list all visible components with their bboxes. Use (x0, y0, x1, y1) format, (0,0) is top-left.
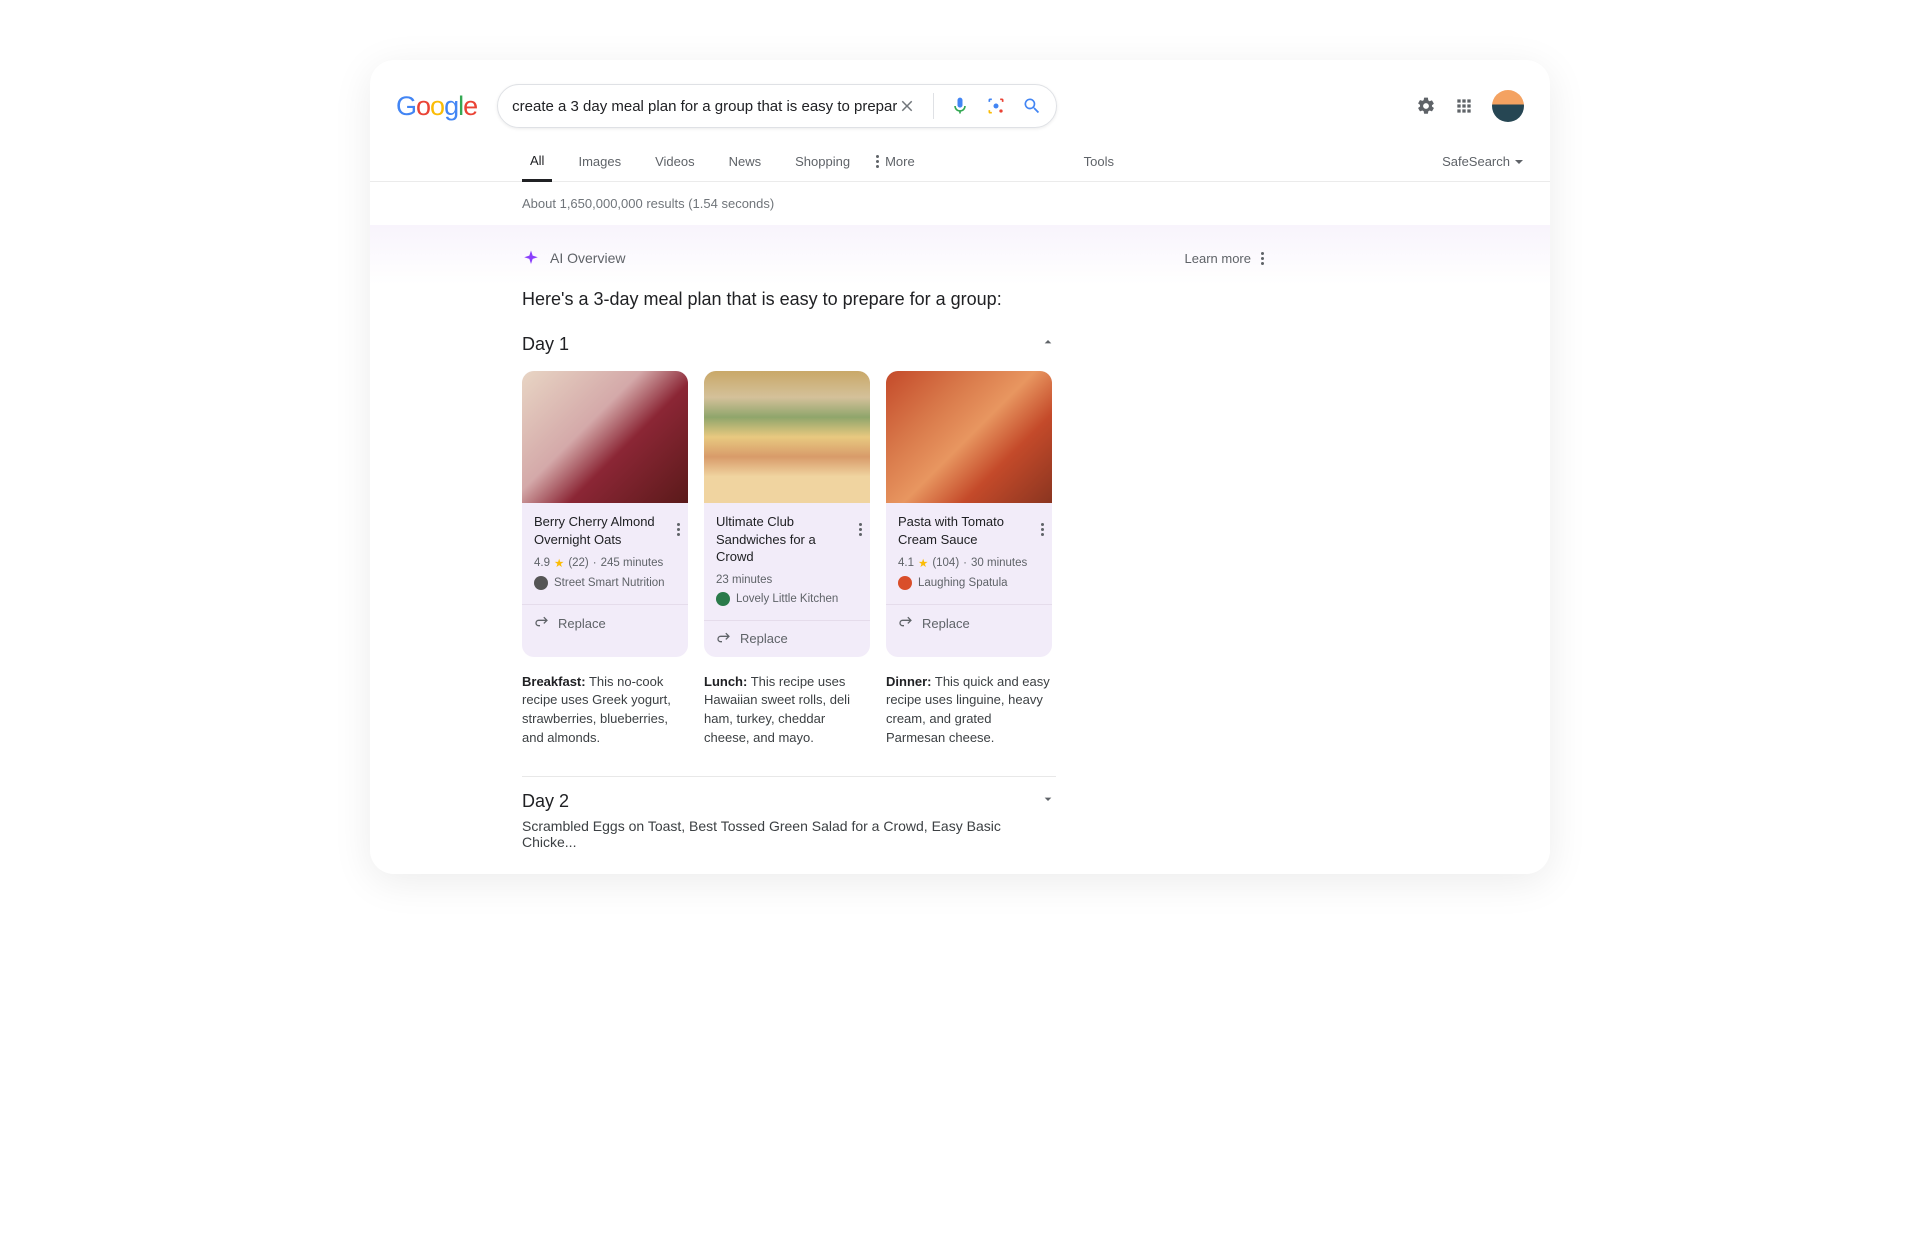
tab-more[interactable]: More (876, 154, 915, 169)
recipe-title: Pasta with Tomato Cream Sauce (898, 513, 1040, 548)
recipe-image (522, 371, 688, 503)
replace-icon (534, 615, 550, 631)
replace-button[interactable]: Replace (704, 620, 870, 657)
tab-videos[interactable]: Videos (647, 142, 703, 182)
replace-icon (716, 631, 732, 647)
recipe-source: Laughing Spatula (898, 576, 1040, 590)
clear-icon[interactable] (897, 96, 917, 116)
meal-description: Breakfast: This no-cook recipe uses Gree… (522, 673, 688, 748)
search-input[interactable] (512, 98, 897, 115)
search-icon[interactable] (1022, 96, 1042, 116)
recipe-source: Lovely Little Kitchen (716, 592, 858, 606)
ai-summary-text: Here's a 3-day meal plan that is easy to… (522, 289, 1524, 310)
ai-overview-title: AI Overview (550, 250, 625, 266)
tabs-row: All Images Videos News Shopping More Too… (370, 142, 1550, 182)
day2-section: Day 2 Scrambled Eggs on Toast, Best Toss… (522, 776, 1056, 874)
lens-icon[interactable] (986, 96, 1006, 116)
tab-news[interactable]: News (721, 142, 770, 182)
day2-subtitle: Scrambled Eggs on Toast, Best Tossed Gre… (522, 818, 1056, 874)
recipe-source: Street Smart Nutrition (534, 576, 676, 590)
settings-icon[interactable] (1416, 96, 1436, 116)
learn-more-link[interactable]: Learn more (1185, 251, 1264, 266)
favicon-icon (898, 576, 912, 590)
card-menu-icon[interactable] (1041, 513, 1044, 536)
chevron-down-icon[interactable] (1040, 791, 1056, 812)
recipe-title: Berry Cherry Almond Overnight Oats (534, 513, 676, 548)
replace-button[interactable]: Replace (522, 604, 688, 641)
day1-cards: Berry Cherry Almond Overnight Oats 4.9★(… (522, 371, 1524, 657)
meal-descriptions: Breakfast: This no-cook recipe uses Gree… (522, 673, 1524, 748)
replace-icon (898, 615, 914, 631)
chevron-up-icon[interactable] (1040, 334, 1056, 355)
tab-all[interactable]: All (522, 142, 552, 182)
ai-overview-block: AI Overview Learn more Here's a 3-day me… (370, 225, 1550, 874)
tools-button[interactable]: Tools (1084, 154, 1114, 169)
recipe-card[interactable]: Pasta with Tomato Cream Sauce 4.1★(104)·… (886, 371, 1052, 657)
replace-button[interactable]: Replace (886, 604, 1052, 641)
avatar[interactable] (1492, 90, 1524, 122)
recipe-meta: 4.9★(22)·245 minutes (534, 556, 676, 570)
recipe-meta: 23 minutes (716, 574, 858, 586)
recipe-image (704, 371, 870, 503)
day2-header[interactable]: Day 2 (522, 791, 1056, 812)
search-results-page: Google All Images Videos News Shopping M… (370, 60, 1550, 874)
recipe-title: Ultimate Club Sandwiches for a Crowd (716, 513, 858, 566)
recipe-card[interactable]: Berry Cherry Almond Overnight Oats 4.9★(… (522, 371, 688, 657)
tab-images[interactable]: Images (570, 142, 629, 182)
meal-description: Lunch: This recipe uses Hawaiian sweet r… (704, 673, 870, 748)
card-menu-icon[interactable] (859, 513, 862, 536)
apps-icon[interactable] (1454, 96, 1474, 116)
header: Google (370, 60, 1550, 128)
meal-description: Dinner: This quick and easy recipe uses … (886, 673, 1052, 748)
search-bar (497, 84, 1057, 128)
favicon-icon (534, 576, 548, 590)
recipe-image (886, 371, 1052, 503)
ai-spark-icon (522, 249, 540, 267)
results-count: About 1,650,000,000 results (1.54 second… (370, 182, 1550, 225)
favicon-icon (716, 592, 730, 606)
safesearch-dropdown[interactable]: SafeSearch (1442, 154, 1524, 169)
google-logo[interactable]: Google (396, 91, 477, 122)
mic-icon[interactable] (950, 96, 970, 116)
recipe-meta: 4.1★(104)·30 minutes (898, 556, 1040, 570)
recipe-card[interactable]: Ultimate Club Sandwiches for a Crowd 23 … (704, 371, 870, 657)
tab-shopping[interactable]: Shopping (787, 142, 858, 182)
day1-header[interactable]: Day 1 (522, 328, 1056, 361)
card-menu-icon[interactable] (677, 513, 680, 536)
